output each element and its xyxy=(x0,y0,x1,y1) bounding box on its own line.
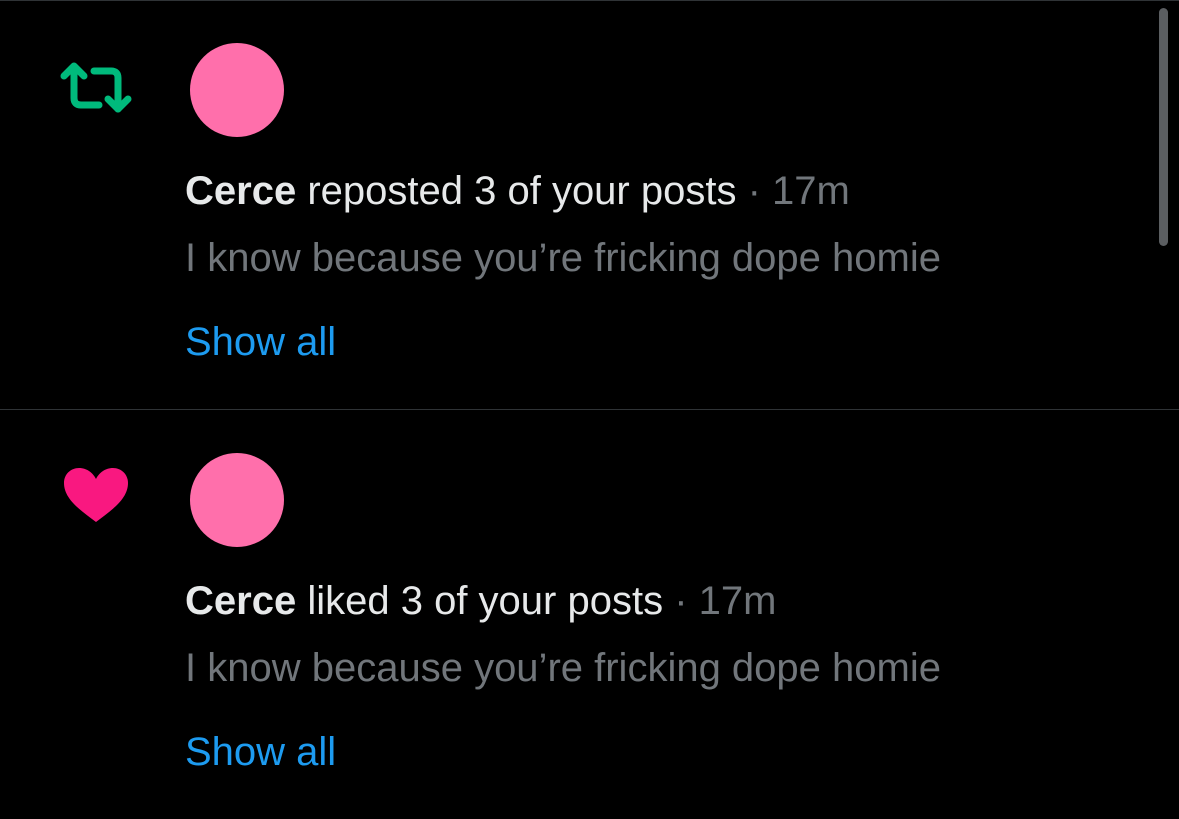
user-name[interactable]: Cerce xyxy=(185,579,296,623)
heart-icon xyxy=(64,468,128,522)
scrollbar[interactable] xyxy=(1159,8,1168,246)
notification-headline: Cerce reposted 3 of your posts · 17m xyxy=(185,167,850,215)
avatar[interactable] xyxy=(190,453,284,547)
post-preview[interactable]: I know because you’re fricking dope homi… xyxy=(185,644,941,692)
repost-icon xyxy=(60,62,132,113)
show-all-link[interactable]: Show all xyxy=(185,728,336,776)
user-name[interactable]: Cerce xyxy=(185,169,296,213)
timestamp: 17m xyxy=(772,169,850,213)
show-all-link[interactable]: Show all xyxy=(185,318,336,366)
top-border xyxy=(0,0,1179,1)
separator: · xyxy=(674,579,688,623)
notification-like[interactable]: Cerce liked 3 of your posts · 17m I know… xyxy=(0,410,1179,819)
post-preview[interactable]: I know because you’re fricking dope homi… xyxy=(185,234,941,282)
notifications-feed: Cerce reposted 3 of your posts · 17m I k… xyxy=(0,0,1179,805)
notification-repost[interactable]: Cerce reposted 3 of your posts · 17m I k… xyxy=(0,0,1179,410)
action-text: reposted 3 of your posts xyxy=(307,169,737,213)
timestamp: 17m xyxy=(698,579,777,623)
separator: · xyxy=(747,169,761,213)
action-text: liked 3 of your posts xyxy=(307,579,664,623)
notification-headline: Cerce liked 3 of your posts · 17m xyxy=(185,577,776,625)
avatar[interactable] xyxy=(190,43,284,137)
